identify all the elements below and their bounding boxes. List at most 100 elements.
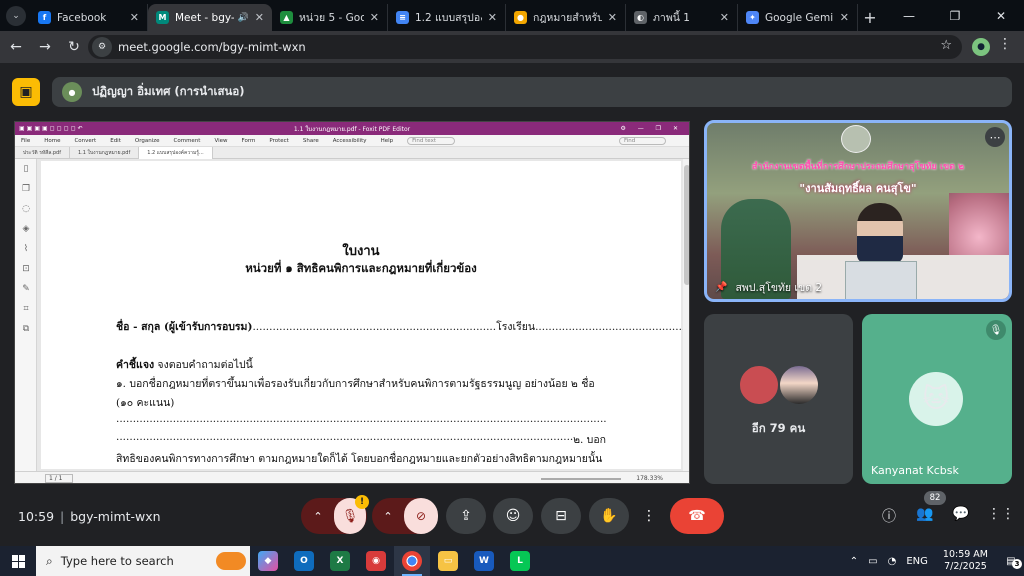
pin-icon[interactable]: 📌 bbox=[715, 282, 727, 293]
pdf-window-title: 1.1 ใบงานกฎหมาย.pdf - Foxit PDF Editor bbox=[293, 125, 411, 133]
tab-close-icon[interactable]: ✕ bbox=[608, 11, 617, 24]
tab-close-icon[interactable]: ✕ bbox=[840, 11, 849, 24]
bookmark-star-icon[interactable]: ☆ bbox=[940, 38, 952, 53]
pdf-menu-item[interactable]: Comment bbox=[174, 138, 201, 144]
more-actions-icon[interactable]: ⋮ bbox=[637, 498, 661, 534]
browser-menu-icon[interactable]: ⋮ bbox=[998, 36, 1012, 52]
pdf-menu-item[interactable]: Form bbox=[242, 138, 256, 144]
pdf-menu-item[interactable]: Home bbox=[44, 138, 60, 144]
name-blank: ........................................… bbox=[252, 321, 497, 333]
taskbar-search-box[interactable]: ⌕ Type here to search bbox=[36, 546, 250, 576]
instruction-line: คำชี้แจง จงตอบคำถามต่อไปนี้ bbox=[116, 356, 253, 373]
participant-tile[interactable]: 🎙 🐱 Kanyanat Kcbsk bbox=[862, 314, 1012, 484]
pdf-find-input[interactable]: Find bbox=[618, 136, 667, 145]
pdf-document-tab[interactable]: 1.2 แบบสรุปองค์ความรู้... bbox=[139, 146, 213, 159]
minimize-icon[interactable]: — bbox=[886, 0, 932, 31]
taskbar-chrome-icon[interactable] bbox=[394, 546, 430, 576]
pdf-menu-item[interactable]: Edit bbox=[110, 138, 121, 144]
forward-icon[interactable]: → bbox=[32, 34, 58, 60]
raise-hand-icon[interactable]: ✋ bbox=[589, 498, 629, 534]
restore-icon[interactable]: ❐ bbox=[932, 0, 978, 31]
reload-icon[interactable]: ↻ bbox=[61, 34, 87, 60]
zoom-slider[interactable] bbox=[541, 478, 621, 480]
pdf-menu-item[interactable]: View bbox=[214, 138, 227, 144]
camera-off-icon[interactable]: ⊘ bbox=[404, 498, 438, 534]
bookmark-icon[interactable]: ▯ bbox=[15, 159, 37, 179]
pdf-menu-item[interactable]: Accessibility bbox=[333, 138, 367, 144]
browser-tab[interactable]: ✦ Google Gemini ✕ bbox=[738, 4, 858, 31]
taskbar-excel-icon[interactable]: X bbox=[322, 546, 358, 576]
site-info-icon[interactable]: ⚙ bbox=[92, 37, 112, 57]
tab-close-icon[interactable]: ✕ bbox=[488, 11, 497, 24]
extension-icon[interactable]: ● bbox=[972, 38, 990, 56]
pdf-menu-item[interactable]: File bbox=[21, 138, 30, 144]
people-icon[interactable]: 👥 bbox=[915, 506, 935, 522]
browser-tab[interactable]: M Meet - bgy- 🔊 ✕ bbox=[148, 4, 272, 31]
tag-icon[interactable]: ⌗ bbox=[15, 299, 37, 319]
present-now-icon[interactable]: ⇪ bbox=[446, 498, 486, 534]
presentation-icon[interactable]: ▣ bbox=[12, 78, 40, 106]
others-tile[interactable]: อีก 79 คน bbox=[704, 314, 853, 484]
taskbar-file-explorer-icon[interactable]: ▭ bbox=[430, 546, 466, 576]
address-bar[interactable]: ⚙ meet.google.com/bgy-mimt-wxn ☆ bbox=[88, 35, 962, 59]
back-icon[interactable]: ← bbox=[3, 34, 29, 60]
audio-settings-chevron-icon[interactable]: ⌃ bbox=[302, 510, 334, 523]
browser-tab[interactable]: ● กฎหมายสำหรับคน ✕ bbox=[506, 4, 626, 31]
attachment-icon[interactable]: ⌇ bbox=[15, 239, 37, 259]
pdf-scrollbar[interactable] bbox=[683, 159, 689, 471]
taskbar-clock[interactable]: 10:59 AM 7/2/2025 bbox=[943, 549, 988, 573]
page-indicator[interactable]: 1 / 1 bbox=[45, 474, 74, 483]
notification-center-icon[interactable]: ▤ 3 bbox=[998, 556, 1024, 569]
tab-search-chevron-icon[interactable]: ⌄ bbox=[6, 6, 26, 26]
battery-icon[interactable]: ▭ bbox=[868, 556, 877, 567]
network-icon[interactable]: ◔ bbox=[888, 556, 897, 567]
chat-icon[interactable]: 💬 bbox=[951, 506, 971, 522]
tab-audio-icon[interactable]: 🔊 bbox=[238, 13, 249, 23]
zoom-level[interactable]: 178.33% bbox=[636, 475, 663, 482]
browser-tab[interactable]: ▲ หน่วย 5 - Google ✕ bbox=[272, 4, 388, 31]
taskbar-copilot-icon[interactable]: ◆ bbox=[250, 546, 286, 576]
tab-close-icon[interactable]: ✕ bbox=[130, 11, 139, 24]
meeting-details-icon[interactable]: ⓘ bbox=[879, 506, 899, 526]
leave-call-icon[interactable]: ☎ bbox=[670, 498, 724, 534]
tab-favicon-icon: ▲ bbox=[280, 11, 293, 24]
meeting-code[interactable]: bgy-mimt-wxn bbox=[70, 509, 160, 524]
browser-tab[interactable]: ≡ 1.2 แบบสรุปองค์ค ✕ bbox=[388, 4, 506, 31]
tab-favicon-icon: M bbox=[156, 11, 169, 24]
language-indicator[interactable]: ENG bbox=[906, 556, 928, 567]
compare-icon[interactable]: ⧉ bbox=[15, 319, 37, 339]
close-window-icon[interactable]: ✕ bbox=[978, 0, 1024, 31]
pdf-scroll-thumb[interactable] bbox=[684, 165, 689, 285]
new-tab-button[interactable]: + bbox=[858, 4, 882, 31]
tab-close-icon[interactable]: ✕ bbox=[255, 11, 264, 24]
pinned-participant-tile[interactable]: สำนักงานเขตพื้นที่การศึกษาประถมศึกษาสุโข… bbox=[704, 120, 1012, 302]
signature-icon[interactable]: ✎ bbox=[15, 279, 37, 299]
pdf-menu-item[interactable]: Help bbox=[381, 138, 394, 144]
tab-close-icon[interactable]: ✕ bbox=[370, 11, 379, 24]
video-settings-chevron-icon[interactable]: ⌃ bbox=[372, 510, 404, 523]
emoji-icon[interactable]: ☺ bbox=[493, 498, 533, 534]
pdf-menu-item[interactable]: Protect bbox=[269, 138, 288, 144]
taskbar-word-icon[interactable]: W bbox=[466, 546, 502, 576]
browser-tab[interactable]: ◐ ภาพนี้ 1 ✕ bbox=[626, 4, 738, 31]
pdf-document-tab[interactable]: 1.1 ใบงานกฎหมาย.pdf bbox=[70, 146, 140, 159]
browser-tab[interactable]: f Facebook ✕ bbox=[30, 4, 148, 31]
layers-icon[interactable]: ◈ bbox=[15, 219, 37, 239]
security-icon[interactable]: ⊡ bbox=[15, 259, 37, 279]
start-button[interactable] bbox=[0, 546, 36, 576]
taskbar-camera-icon[interactable]: ◉ bbox=[358, 546, 394, 576]
tray-chevron-icon[interactable]: ⌃ bbox=[850, 556, 858, 567]
more-options-icon[interactable]: ⋯ bbox=[985, 127, 1005, 147]
taskbar-line-icon[interactable]: L bbox=[502, 546, 538, 576]
pdf-menu-item[interactable]: Convert bbox=[74, 138, 96, 144]
activities-icon[interactable]: ⋮⋮ bbox=[987, 506, 1015, 522]
tab-close-icon[interactable]: ✕ bbox=[720, 11, 729, 24]
pdf-menu-item[interactable]: Share bbox=[303, 138, 319, 144]
comments-icon[interactable]: ◌ bbox=[15, 199, 37, 219]
pdf-document-tab[interactable]: ประวัติ รหัสีล.pdf bbox=[15, 146, 70, 159]
captions-icon[interactable]: ⊟ bbox=[541, 498, 581, 534]
pdf-tell-me-input[interactable]: Find text bbox=[407, 136, 455, 145]
pages-icon[interactable]: ❐ bbox=[15, 179, 37, 199]
pdf-menu-item[interactable]: Organize bbox=[135, 138, 160, 144]
taskbar-outlook-icon[interactable]: O bbox=[286, 546, 322, 576]
